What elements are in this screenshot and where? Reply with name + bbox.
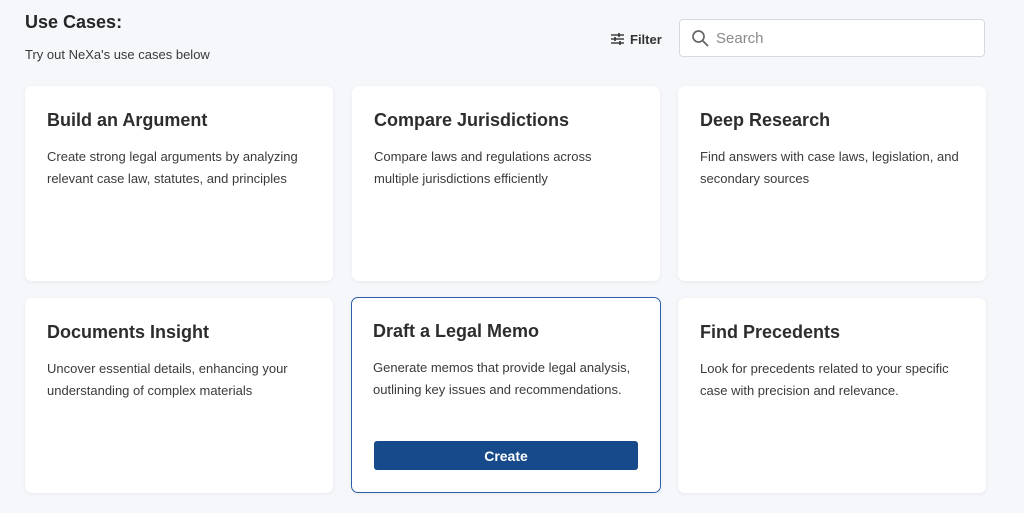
card-title: Build an Argument — [47, 110, 208, 130]
use-case-card-find-precedents[interactable]: Find Precedents Look for precedents rela… — [678, 298, 986, 493]
filter-button[interactable]: Filter — [611, 30, 662, 48]
sliders-icon — [611, 33, 624, 45]
magnifier-icon — [690, 28, 710, 48]
use-case-card-build-argument[interactable]: Build an Argument Create strong legal ar… — [25, 86, 333, 281]
card-description: Look for precedents related to your spec… — [700, 361, 949, 398]
filter-label: Filter — [630, 31, 662, 47]
card-title: Compare Jurisdictions — [374, 110, 570, 130]
page-title: Use Cases: — [25, 12, 123, 32]
card-title: Documents Insight — [47, 322, 210, 342]
page-header: Use Cases: Try out NeXa's use cases belo… — [0, 0, 1024, 80]
card-description: Uncover essential details, enhancing you… — [47, 361, 288, 398]
card-description: Compare laws and regulations across mult… — [374, 149, 592, 186]
search-input[interactable] — [716, 29, 966, 47]
card-description: Generate memos that provide legal analys… — [373, 360, 631, 397]
card-title: Deep Research — [700, 110, 831, 130]
page-subtitle: Try out NeXa's use cases below — [25, 47, 210, 62]
card-description: Create strong legal arguments by analyzi… — [47, 149, 298, 186]
card-title: Draft a Legal Memo — [373, 321, 540, 341]
use-case-card-draft-legal-memo[interactable]: Draft a Legal Memo Generate memos that p… — [351, 297, 661, 493]
card-title: Find Precedents — [700, 322, 841, 342]
use-case-card-deep-research[interactable]: Deep Research Find answers with case law… — [678, 86, 986, 281]
search-box[interactable] — [679, 19, 985, 57]
use-case-card-documents-insight[interactable]: Documents Insight Uncover essential deta… — [25, 298, 333, 493]
use-case-card-compare-jurisdictions[interactable]: Compare Jurisdictions Compare laws and r… — [352, 86, 660, 281]
create-button[interactable]: Create — [374, 441, 638, 470]
card-description: Find answers with case laws, legislation… — [700, 149, 959, 186]
